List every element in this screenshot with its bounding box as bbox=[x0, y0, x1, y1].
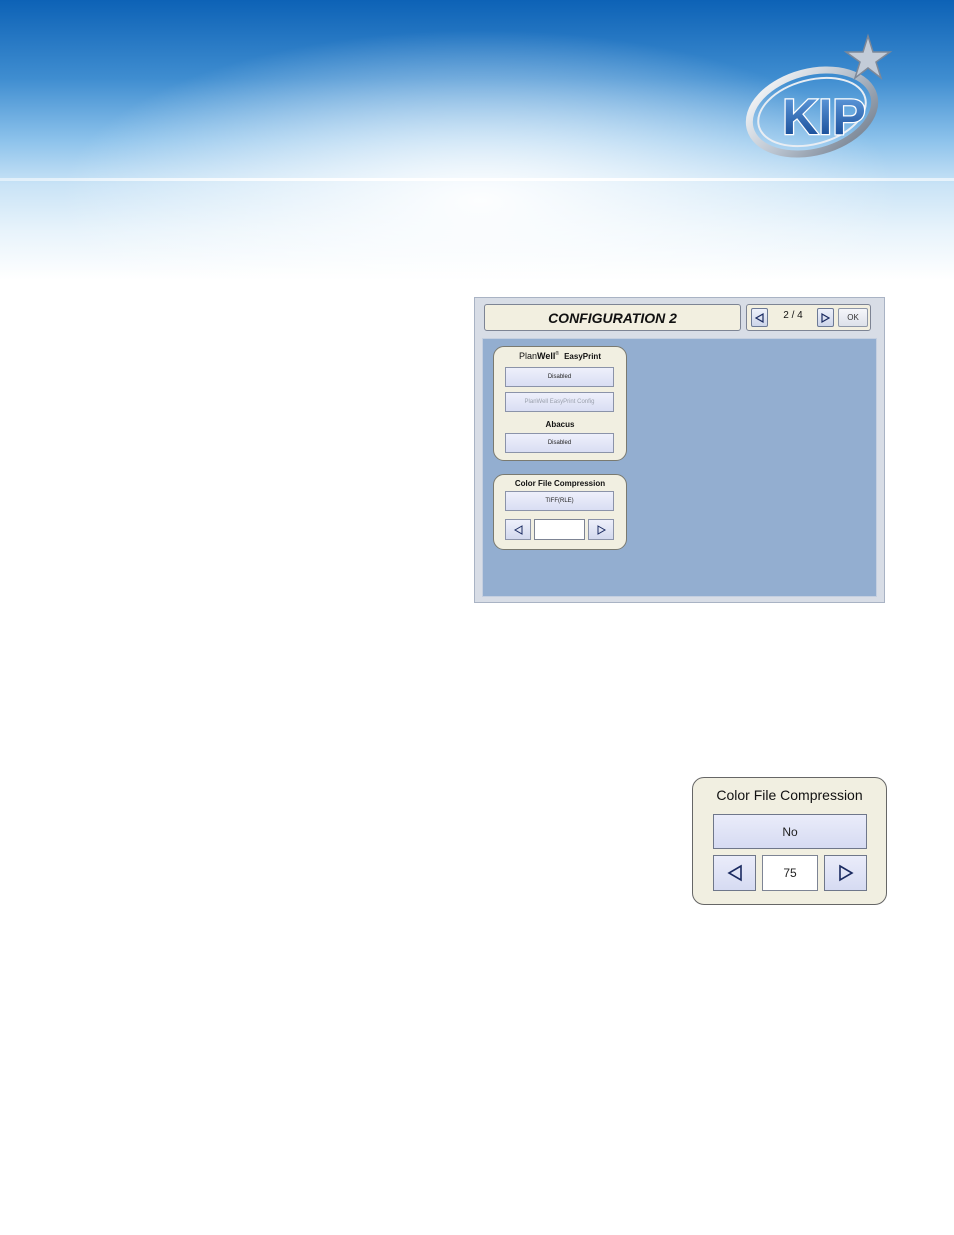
arrow-left-icon bbox=[755, 312, 764, 323]
prev-page-button[interactable] bbox=[751, 308, 768, 327]
settings-area: PlanWell® EasyPrint Disabled PlanWell Ea… bbox=[482, 338, 877, 597]
planwell-title-plan: Plan bbox=[519, 351, 538, 361]
abacus-title: Abacus bbox=[545, 420, 575, 429]
kip-logo-text: KIP bbox=[782, 89, 865, 145]
header-banner: KIP bbox=[0, 0, 954, 280]
color-compression-mode-button[interactable]: TIFF(RLE) bbox=[505, 491, 614, 511]
kip-logo-icon: KIP bbox=[745, 33, 893, 158]
detail-title: Color File Compression bbox=[716, 787, 863, 803]
screen-title: CONFIGURATION 2 bbox=[484, 304, 741, 331]
planwell-title: PlanWell® EasyPrint bbox=[519, 351, 601, 361]
next-page-button[interactable] bbox=[817, 308, 834, 327]
compression-decrease-button[interactable] bbox=[505, 519, 531, 540]
compression-increase-button[interactable] bbox=[588, 519, 614, 540]
color-compression-detail: Color File Compression No 75 bbox=[692, 777, 887, 905]
arrow-left-icon bbox=[726, 864, 742, 882]
arrow-right-icon bbox=[597, 524, 606, 535]
configuration-screen: CONFIGURATION 2 2 / 4 OK PlanWell® EasyP… bbox=[474, 297, 885, 603]
detail-mode-button[interactable]: No bbox=[713, 814, 867, 849]
arrow-right-icon bbox=[838, 864, 854, 882]
arrow-left-icon bbox=[513, 524, 522, 535]
detail-decrease-button[interactable] bbox=[713, 855, 756, 891]
planwell-title-well: Well bbox=[537, 351, 556, 361]
detail-increase-button[interactable] bbox=[824, 855, 867, 891]
planwell-abacus-card: PlanWell® EasyPrint Disabled PlanWell Ea… bbox=[493, 346, 627, 461]
abacus-status-button[interactable]: Disabled bbox=[505, 433, 614, 453]
planwell-title-easyprint: EasyPrint bbox=[564, 352, 601, 361]
banner-divider bbox=[0, 178, 954, 181]
ok-button[interactable]: OK bbox=[838, 308, 868, 327]
color-compression-card: Color File Compression TIFF(RLE) bbox=[493, 474, 627, 550]
arrow-right-icon bbox=[821, 312, 830, 323]
planwell-status-button[interactable]: Disabled bbox=[505, 367, 614, 387]
color-compression-title: Color File Compression bbox=[514, 479, 606, 488]
planwell-config-button[interactable]: PlanWell EasyPrint Config bbox=[505, 392, 614, 412]
detail-value-field[interactable]: 75 bbox=[762, 855, 818, 891]
page-indicator: 2 / 4 bbox=[783, 310, 803, 321]
page-navigation: 2 / 4 OK bbox=[746, 304, 871, 331]
compression-value-field[interactable] bbox=[534, 519, 585, 540]
